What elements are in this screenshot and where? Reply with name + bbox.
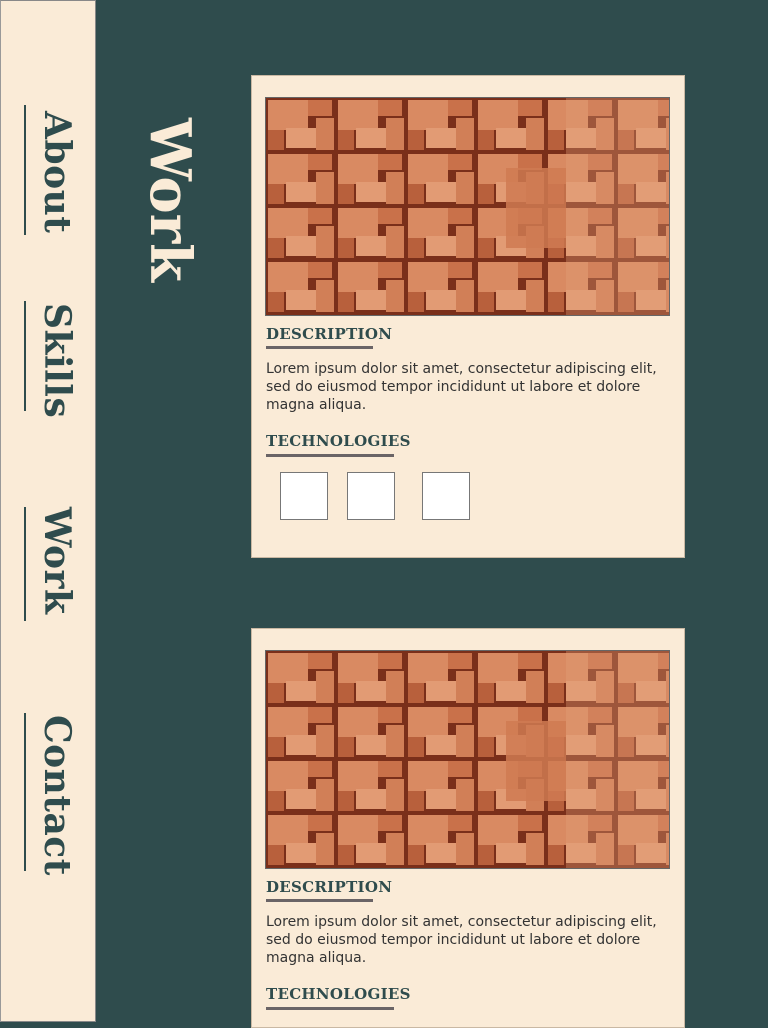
heading-underline — [266, 454, 394, 457]
project-image — [265, 97, 670, 316]
sidebar-nav: About Skills Work Contact — [0, 0, 96, 1022]
description-text: Lorem ipsum dolor sit amet, consectetur … — [266, 361, 657, 413]
technology-icon — [347, 472, 395, 520]
description-heading: DESCRIPTION — [266, 878, 393, 896]
technology-icon — [280, 472, 328, 520]
heading-underline — [266, 1007, 394, 1010]
nav-divider — [24, 713, 26, 871]
project-card: DESCRIPTION Lorem ipsum dolor sit amet, … — [251, 75, 685, 558]
project-card: DESCRIPTION Lorem ipsum dolor sit amet, … — [251, 628, 685, 1028]
nav-item-contact[interactable]: Contact — [1, 713, 97, 876]
nav-label-about: About — [36, 111, 78, 234]
heading-underline — [266, 899, 373, 902]
technologies-heading: TECHNOLOGIES — [266, 985, 411, 1003]
description-text: Lorem ipsum dolor sit amet, consectetur … — [266, 914, 657, 966]
nav-item-work[interactable]: Work — [1, 507, 97, 623]
nav-divider — [24, 301, 26, 411]
nav-divider — [24, 507, 26, 621]
nav-item-about[interactable]: About — [1, 105, 97, 237]
technologies-heading: TECHNOLOGIES — [266, 432, 411, 450]
nav-divider — [24, 105, 26, 235]
heading-underline — [266, 346, 373, 349]
nav-label-skills: Skills — [36, 303, 78, 419]
nav-item-skills[interactable]: Skills — [1, 301, 97, 418]
technology-icon — [422, 472, 470, 520]
page-title: Work — [137, 118, 203, 282]
description-heading: DESCRIPTION — [266, 325, 393, 343]
project-image — [265, 650, 670, 869]
nav-label-contact: Contact — [36, 715, 78, 876]
nav-label-work: Work — [36, 507, 78, 615]
